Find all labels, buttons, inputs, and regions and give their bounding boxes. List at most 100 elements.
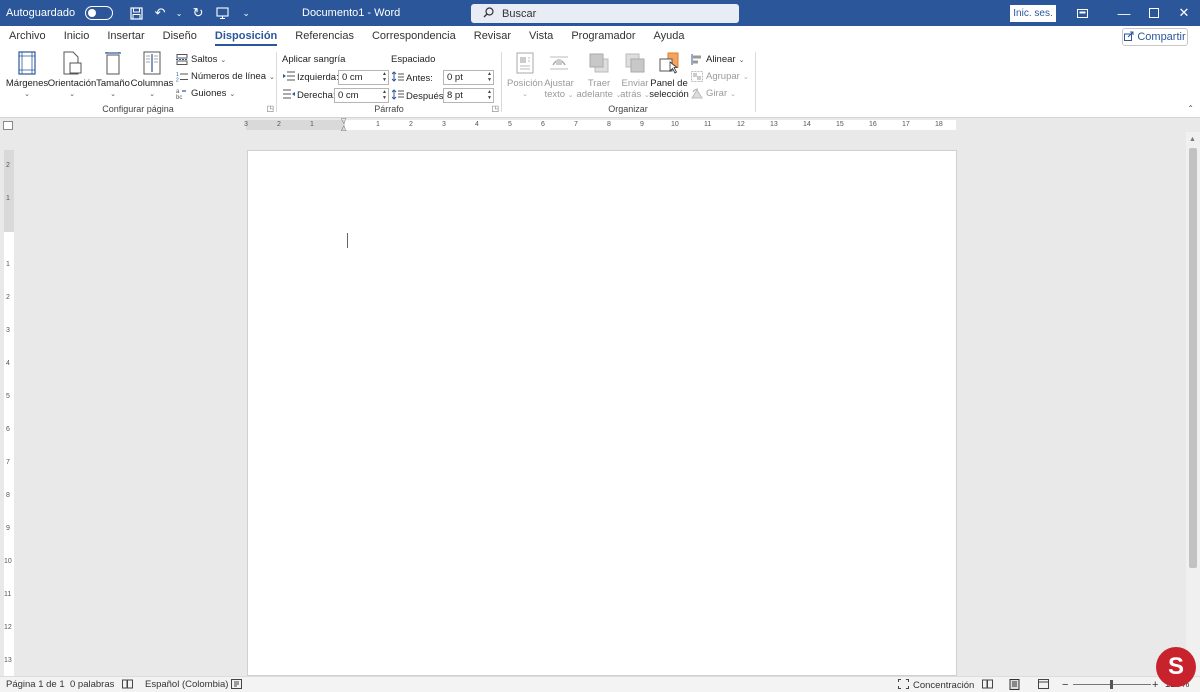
ruler-number: 7 [574, 121, 578, 128]
web-layout-icon[interactable] [1038, 679, 1049, 689]
indent-heading: Aplicar sangría [282, 54, 346, 65]
indent-marker-icon[interactable]: ▽ △ [341, 118, 346, 132]
ruler-number: 9 [6, 525, 10, 532]
autosave-toggle[interactable] [85, 6, 114, 20]
ruler-number: 14 [803, 121, 811, 128]
print-layout-icon[interactable] [1009, 679, 1020, 690]
search-placeholder: Buscar [502, 7, 537, 20]
spinner-icon[interactable]: ▲ ▼ [487, 89, 492, 101]
indent-right-input[interactable]: 0 cm ▲ ▼ [334, 88, 389, 103]
focus-label: Concentración [913, 680, 975, 691]
search-box[interactable]: Buscar [471, 4, 739, 23]
tab-diseno[interactable]: Diseño [154, 26, 206, 46]
tab-disposicion[interactable]: Disposición [206, 26, 286, 46]
send-backward-button[interactable]: Enviar atrás ⌄ [618, 50, 652, 101]
svg-text:2: 2 [176, 78, 179, 83]
search-icon [483, 6, 494, 21]
customize-toolbar-icon[interactable]: ⌄ [237, 4, 255, 22]
spinner-icon[interactable]: ▲ ▼ [382, 71, 387, 83]
tab-referencias[interactable]: Referencias [286, 26, 363, 46]
zoom-out-button[interactable]: − [1062, 679, 1068, 691]
tab-ayuda[interactable]: Ayuda [645, 26, 694, 46]
horizontal-ruler[interactable]: ▽ △ 3 2 1 1 2 3 4 5 6 7 8 9 10 11 12 13 14 15 16 17 18 [244, 118, 956, 132]
position-button[interactable]: Posición ⌄ [506, 50, 544, 100]
read-mode-icon[interactable] [982, 679, 993, 689]
tab-insertar[interactable]: Insertar [98, 26, 153, 46]
selection-pane-button[interactable]: Panel de selección [649, 50, 689, 100]
focus-button[interactable]: Concentración [898, 679, 974, 692]
orientation-button[interactable]: Orientación ⌄ [48, 50, 96, 100]
ruler-left-margin [246, 120, 345, 130]
tab-archivo[interactable]: Archivo [0, 26, 55, 46]
tab-inicio[interactable]: Inicio [55, 26, 99, 46]
ribbon-tabs: Archivo Inicio Insertar Diseño Disposición Re… [0, 26, 1200, 46]
hyphenation-button[interactable]: a bc Guiones ⌄ [176, 88, 235, 99]
tab-correspondencia[interactable]: Correspondencia [363, 26, 465, 46]
accessibility-icon[interactable] [231, 679, 242, 689]
position-label: Posición [507, 78, 543, 89]
spacing-after-input[interactable]: 8 pt ▲ ▼ [443, 88, 494, 103]
undo-icon[interactable]: ↶ [151, 4, 169, 22]
bring-forward-button[interactable]: Traer adelante ⌄ [576, 50, 622, 101]
wrap-text-button[interactable]: Ajustar texto ⌄ [542, 50, 576, 101]
share-button[interactable]: Compartir [1122, 28, 1188, 46]
bring-forward-label-2: adelante [576, 89, 613, 100]
rotate-button[interactable]: Girar ⌄ [691, 88, 736, 99]
paragraph-launcher-icon[interactable]: ◳ [491, 104, 499, 113]
hyphenation-label: Guiones [191, 88, 227, 99]
align-button[interactable]: Alinear ⌄ [691, 54, 744, 65]
tab-vista[interactable]: Vista [520, 26, 562, 46]
ruler-number: 6 [6, 426, 10, 433]
columns-button[interactable]: Columnas ⌄ [131, 50, 173, 100]
ribbon-display-icon[interactable] [1062, 0, 1102, 26]
spinner-icon[interactable]: ▲ ▼ [382, 89, 387, 101]
scrollbar-thumb[interactable] [1189, 148, 1197, 568]
indent-left-input[interactable]: 0 cm ▲ ▼ [338, 70, 389, 85]
wrap-text-label: Ajustar [544, 78, 574, 89]
sign-in-button[interactable]: Inic. ses. [1010, 5, 1056, 22]
selection-pane-label-2: selección [649, 89, 689, 100]
status-bar: Página 1 de 1 0 palabras Español (Colomb… [0, 676, 1200, 692]
ruler-number: 4 [6, 360, 10, 367]
close-icon[interactable]: ✕ [1164, 0, 1200, 26]
page-setup-launcher-icon[interactable]: ◳ [266, 104, 274, 113]
position-icon [514, 50, 536, 76]
size-button[interactable]: Tamaño ⌄ [96, 50, 130, 100]
vertical-scrollbar[interactable]: ▲ ▼ [1186, 132, 1200, 676]
group-button[interactable]: Agrupar ⌄ [691, 71, 749, 82]
group-label: Agrupar [706, 71, 740, 82]
zoom-in-button[interactable]: + [1152, 679, 1158, 691]
ruler-number: 15 [836, 121, 844, 128]
present-icon[interactable] [213, 4, 231, 22]
tab-programador[interactable]: Programador [562, 26, 644, 46]
tab-selector[interactable] [3, 121, 13, 130]
arrange-group: Posición ⌄ Ajustar texto ⌄ Traer adelant… [502, 48, 754, 116]
selection-pane-icon [658, 50, 680, 76]
spacing-before-input[interactable]: 0 pt ▲ ▼ [443, 70, 494, 85]
proofing-icon[interactable] [122, 679, 133, 689]
spinner-icon[interactable]: ▲ ▼ [487, 71, 492, 83]
document-page[interactable] [247, 150, 957, 676]
spacing-before-icon [391, 71, 404, 85]
group-divider [755, 52, 756, 112]
margins-button[interactable]: Márgenes ⌄ [6, 50, 48, 100]
share-label: Compartir [1137, 31, 1186, 43]
vertical-ruler[interactable]: 2 1 1 2 3 4 5 6 7 8 9 10 11 12 13 [4, 150, 14, 676]
save-icon[interactable] [127, 4, 145, 22]
spacing-before-label: Antes: [391, 71, 433, 85]
collapse-ribbon-icon[interactable]: ⌃ [1187, 104, 1194, 113]
breaks-button[interactable]: Saltos ⌄ [176, 54, 226, 65]
language[interactable]: Español (Colombia) [145, 679, 228, 690]
tab-revisar[interactable]: Revisar [465, 26, 520, 46]
undo-dropdown-icon[interactable]: ⌄ [175, 4, 183, 22]
line-numbers-button[interactable]: 12 Números de línea ⌄ [176, 71, 275, 82]
page-count[interactable]: Página 1 de 1 [6, 679, 65, 690]
zoom-slider-thumb[interactable] [1110, 680, 1113, 689]
ruler-number: 18 [935, 121, 943, 128]
align-label: Alinear [706, 54, 736, 65]
word-count[interactable]: 0 palabras [70, 679, 114, 690]
scroll-up-icon[interactable]: ▲ [1189, 136, 1196, 143]
redo-icon[interactable]: ↻ [189, 4, 207, 22]
ruler-number: 1 [376, 121, 380, 128]
align-icon [691, 54, 703, 65]
